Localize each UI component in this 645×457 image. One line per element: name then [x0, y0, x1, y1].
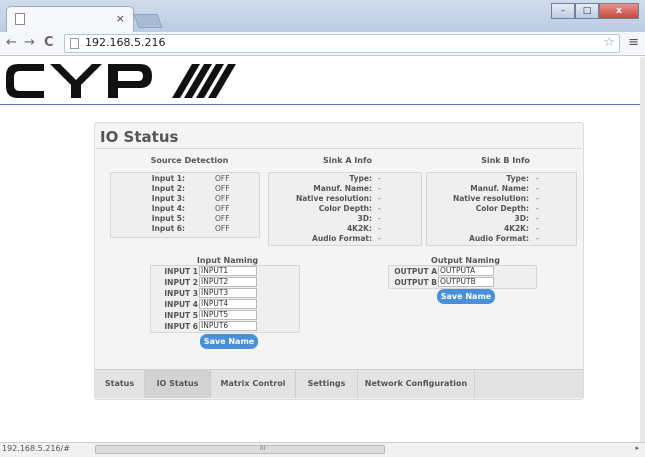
- save-input-names-button[interactable]: Save Name: [200, 334, 258, 349]
- sink-b-value: -: [536, 234, 539, 243]
- sink-b-value: -: [536, 214, 539, 223]
- url-text[interactable]: 192.168.5.216: [85, 36, 165, 49]
- sink-a-value: -: [378, 204, 381, 213]
- reload-icon[interactable]: C: [44, 35, 54, 50]
- sink-b-value: -: [536, 184, 539, 193]
- output-naming-title: Output Naming: [431, 256, 500, 265]
- logo-y-shape: [50, 64, 102, 98]
- input-name-field[interactable]: INPUT2: [199, 277, 257, 287]
- tab-status[interactable]: Status: [95, 369, 145, 398]
- header-divider: [0, 104, 640, 105]
- back-arrow-icon[interactable]: ←: [6, 35, 17, 50]
- bookmark-star-icon[interactable]: ☆: [603, 35, 615, 50]
- sink-b-label: Audio Format:: [469, 234, 529, 243]
- sink-a-value: -: [378, 234, 381, 243]
- title-divider: [96, 148, 582, 149]
- sink-a-value: -: [378, 184, 381, 193]
- window-controls: – □ x: [551, 3, 639, 19]
- input-name-label: INPUT 6: [164, 322, 198, 331]
- tab-settings[interactable]: Settings: [296, 369, 358, 398]
- source-input-value: OFF: [215, 194, 230, 203]
- cyp-logo: [6, 64, 236, 98]
- sink-b-label: Manuf. Name:: [470, 184, 529, 193]
- source-input-label: Input 1:: [151, 174, 185, 183]
- input-name-field[interactable]: INPUT5: [199, 310, 257, 320]
- output-name-field[interactable]: OUTPUTB: [438, 277, 494, 287]
- sink-a-title: Sink A Info: [323, 156, 372, 165]
- input-name-field[interactable]: INPUT6: [199, 321, 257, 331]
- status-url: 192.168.5.216/#: [2, 444, 70, 453]
- sink-a-value: -: [378, 174, 381, 183]
- horizontal-scrollbar[interactable]: [95, 445, 385, 454]
- tab-matrix-control[interactable]: Matrix Control: [211, 369, 296, 398]
- source-input-value: OFF: [215, 214, 230, 223]
- input-name-field[interactable]: INPUT3: [199, 288, 257, 298]
- output-name-field[interactable]: OUTPUTA: [438, 266, 494, 276]
- input-naming-title: Input Naming: [196, 256, 259, 265]
- minimize-button[interactable]: –: [551, 3, 575, 19]
- source-input-value: OFF: [215, 184, 230, 193]
- forward-arrow-icon[interactable]: →: [24, 35, 35, 50]
- sink-a-label: Native resolution:: [295, 194, 372, 203]
- page-title: IO Status: [100, 128, 179, 146]
- source-input-value: OFF: [215, 224, 230, 233]
- browser-titlebar: × – □ x: [0, 0, 645, 36]
- source-input-label: Input 4:: [151, 204, 185, 213]
- address-bar[interactable]: 192.168.5.216 ☆: [64, 34, 620, 53]
- browser-toolbar: ← → C 192.168.5.216 ☆ ≡: [0, 32, 645, 56]
- source-input-value: OFF: [215, 174, 230, 183]
- save-output-names-button[interactable]: Save Name: [437, 289, 495, 304]
- source-detection-title: Source Detection: [150, 156, 229, 165]
- output-name-label: OUTPUT B: [394, 278, 437, 287]
- output-name-label: OUTPUT A: [394, 267, 437, 276]
- hamburger-menu-icon[interactable]: ≡: [628, 35, 639, 50]
- sink-b-value: -: [536, 194, 539, 203]
- maximize-button[interactable]: □: [575, 3, 599, 19]
- sink-b-label: Native resolution:: [452, 194, 529, 203]
- sink-a-label: 3D:: [357, 214, 372, 223]
- source-input-label: Input 2:: [151, 184, 185, 193]
- logo-p-shape: [108, 64, 152, 98]
- sink-a-value: -: [378, 194, 381, 203]
- tab-io-status[interactable]: IO Status: [145, 369, 211, 398]
- tab-network-configuration[interactable]: Network Configuration: [358, 369, 475, 398]
- sink-a-label: Audio Format:: [312, 234, 372, 243]
- input-name-label: INPUT 4: [164, 300, 198, 309]
- input-name-label: INPUT 2: [164, 278, 198, 287]
- sink-b-title: Sink B Info: [481, 156, 530, 165]
- sink-b-value: -: [536, 174, 539, 183]
- sink-b-value: -: [536, 224, 539, 233]
- browser-tab[interactable]: ×: [6, 6, 134, 32]
- sink-a-label: Type:: [349, 174, 372, 183]
- sink-b-label: Color Depth:: [475, 204, 529, 213]
- sink-b-label: Type:: [506, 174, 529, 183]
- sink-a-value: -: [378, 224, 381, 233]
- page-icon: [70, 38, 79, 49]
- vertical-scrollbar[interactable]: [640, 57, 645, 442]
- input-name-label: INPUT 3: [164, 289, 198, 298]
- sink-b-value: -: [536, 204, 539, 213]
- sink-b-label: 4K2K:: [503, 224, 529, 233]
- sink-b-label: 3D:: [514, 214, 529, 223]
- scroll-right-arrow-icon[interactable]: ▸: [635, 444, 639, 452]
- sink-a-label: Color Depth:: [318, 204, 372, 213]
- page-icon: [15, 13, 25, 25]
- close-tab-icon[interactable]: ×: [116, 12, 125, 25]
- new-tab-button[interactable]: [133, 14, 163, 28]
- close-window-button[interactable]: x: [599, 3, 639, 19]
- input-name-label: INPUT 5: [164, 311, 198, 320]
- sink-a-label: Manuf. Name:: [313, 184, 372, 193]
- input-name-field[interactable]: INPUT4: [199, 299, 257, 309]
- logo-c-shape: [6, 64, 44, 98]
- source-input-label: Input 3:: [151, 194, 185, 203]
- source-input-label: Input 5:: [151, 214, 185, 223]
- scrollbar-grip-icon[interactable]: III: [260, 445, 265, 452]
- source-input-label: Input 6:: [151, 224, 185, 233]
- input-name-label: INPUT 1: [164, 267, 198, 276]
- sink-a-value: -: [378, 214, 381, 223]
- input-name-field[interactable]: INPUT1: [199, 266, 257, 276]
- source-input-value: OFF: [215, 204, 230, 213]
- sink-a-label: 4K2K:: [346, 224, 372, 233]
